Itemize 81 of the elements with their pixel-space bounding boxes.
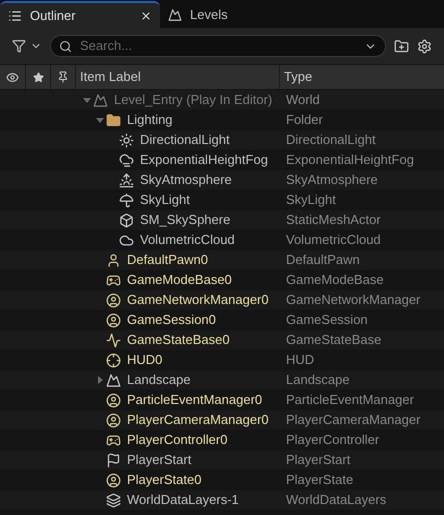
item-label[interactable]: GameSession0: [127, 310, 216, 330]
mountains-icon: [168, 8, 182, 22]
type-cell-text: PlayerStart: [286, 451, 350, 470]
item-label[interactable]: ExponentialHeightFog: [140, 150, 268, 170]
type-cell-text: DefaultPawn: [286, 251, 360, 270]
type-cell-text: SkyAtmosphere: [286, 171, 378, 190]
mountains-icon: [93, 92, 108, 108]
item-label[interactable]: HUD0: [127, 350, 162, 370]
cloud-icon: [119, 232, 134, 248]
item-label[interactable]: SM_SkySphere: [140, 210, 230, 230]
pin-icon[interactable]: [57, 71, 69, 83]
close-icon[interactable]: [140, 10, 152, 22]
column-header[interactable]: Item Label: [80, 67, 141, 87]
search-field[interactable]: Search...: [50, 35, 386, 57]
type-cell-text: GameSession: [286, 311, 368, 330]
item-label[interactable]: PlayerState0: [127, 470, 202, 490]
type-cell-text: GameNetworkManager: [286, 291, 420, 310]
graph-icon: [106, 332, 121, 348]
item-label[interactable]: SkyLight: [140, 190, 190, 210]
actor-icon: [106, 412, 121, 428]
type-cell-text: PlayerState: [286, 471, 354, 490]
filter-icon: [12, 39, 26, 53]
type-cell-text: ParticleEventManager: [286, 391, 414, 410]
mountains-icon: [106, 372, 121, 388]
layers-icon: [106, 492, 121, 508]
pawn-icon: [106, 252, 121, 268]
type-cell-text: PlayerCameraManager: [286, 411, 420, 430]
type-cell-text: Folder: [286, 111, 323, 130]
add-folder-icon[interactable]: [394, 38, 409, 54]
settings-icon[interactable]: [417, 38, 432, 54]
item-label[interactable]: Lighting: [127, 110, 173, 130]
actor-icon: [106, 292, 121, 308]
type-cell-text: VolumetricCloud: [286, 231, 381, 250]
type-cell-text: ExponentialHeightFog: [286, 151, 414, 170]
search-icon: [59, 40, 72, 52]
type-cell-text: HUD: [286, 351, 314, 370]
type-cell-text: PlayerController: [286, 431, 380, 450]
cube-icon: [119, 212, 134, 228]
sunrise-icon: [119, 172, 134, 188]
column-header[interactable]: Type: [284, 67, 312, 87]
gamepad-icon: [106, 432, 121, 448]
item-label[interactable]: DefaultPawn0: [127, 250, 208, 270]
item-label[interactable]: WorldDataLayers-1: [127, 490, 239, 510]
item-label[interactable]: VolumetricCloud: [140, 230, 235, 250]
panel-tab[interactable]: Levels: [160, 1, 236, 28]
filter-button[interactable]: [12, 39, 42, 53]
item-label[interactable]: ParticleEventManager0: [127, 390, 262, 410]
item-label[interactable]: SkyAtmosphere: [140, 170, 232, 190]
eye-icon[interactable]: [6, 70, 19, 84]
star-icon[interactable]: [32, 72, 44, 82]
type-cell-text: GameStateBase: [286, 331, 382, 350]
sun-icon: [119, 132, 134, 148]
actor-icon: [106, 472, 121, 488]
item-label[interactable]: Level_Entry (Play In Editor): [114, 90, 272, 110]
expanded-arrow-icon[interactable]: [82, 96, 90, 104]
actor-icon: [106, 312, 121, 328]
crosshair-icon: [106, 352, 121, 368]
item-label[interactable]: GameNetworkManager0: [127, 290, 269, 310]
item-label[interactable]: GameModeBase0: [127, 270, 232, 290]
list-icon: [8, 8, 22, 22]
actor-icon: [106, 392, 121, 408]
type-cell-text: WorldDataLayers: [286, 491, 386, 510]
type-cell-text: World: [286, 91, 320, 110]
folder-icon: [106, 112, 121, 128]
type-cell-text: DirectionalLight: [286, 131, 376, 150]
item-label[interactable]: PlayerController0: [127, 430, 228, 450]
panel-tab[interactable]: Outliner: [0, 1, 160, 28]
flag-icon: [106, 452, 121, 468]
gamepad-icon: [106, 272, 121, 288]
item-label[interactable]: DirectionalLight: [140, 130, 230, 150]
item-label[interactable]: GameStateBase0: [127, 330, 230, 350]
item-label[interactable]: PlayerStart: [127, 450, 192, 470]
type-cell-text: StaticMeshActor: [286, 211, 381, 230]
type-cell-text: SkyLight: [286, 191, 336, 210]
type-cell-text: Landscape: [286, 371, 350, 390]
type-cell-text: GameModeBase: [286, 271, 384, 290]
item-label[interactable]: Landscape: [127, 370, 191, 390]
item-label[interactable]: PlayerCameraManager0: [127, 410, 269, 430]
expanded-arrow-icon[interactable]: [96, 116, 104, 124]
collapsed-arrow-icon[interactable]: [96, 376, 104, 384]
fog-icon: [119, 152, 134, 168]
